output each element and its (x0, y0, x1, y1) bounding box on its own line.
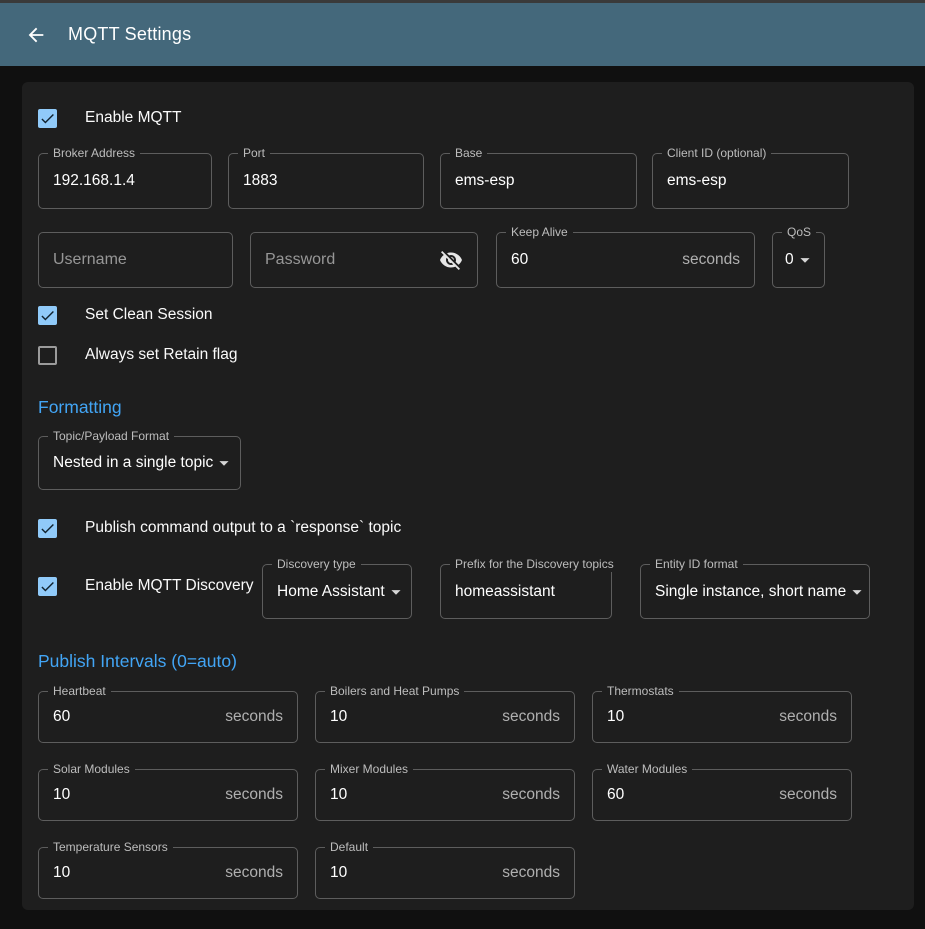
visibility-off-icon[interactable] (439, 248, 463, 272)
checkbox-icon (38, 306, 57, 325)
username-field[interactable] (38, 232, 233, 288)
port-value: 1883 (243, 172, 277, 190)
chevron-down-icon (385, 581, 407, 603)
interval-field-default[interactable]: Default 10 seconds (315, 847, 575, 899)
qos-value: 0 (785, 251, 794, 269)
interval-label: Solar Modules (48, 762, 135, 777)
keep-alive-field[interactable]: Keep Alive 60 seconds (496, 232, 755, 288)
broker-address-label: Broker Address (48, 146, 140, 161)
qos-label: QoS (782, 225, 816, 240)
chevron-down-icon (846, 581, 868, 603)
clean-session-label: Set Clean Session (85, 306, 213, 324)
interval-field-mixer-modules[interactable]: Mixer Modules 10 seconds (315, 769, 575, 821)
entity-id-format-select[interactable]: Entity ID format Single instance, short … (640, 564, 870, 619)
chevron-down-icon (794, 249, 816, 271)
back-arrow-icon[interactable] (24, 23, 48, 47)
password-input[interactable] (265, 251, 439, 269)
discovery-prefix-value: homeassistant (455, 583, 555, 601)
publish-intervals-grid: Heartbeat 60 seconds Boilers and Heat Pu… (38, 691, 898, 899)
interval-suffix: seconds (502, 786, 560, 804)
interval-value: 10 (53, 864, 70, 882)
interval-suffix: seconds (225, 708, 283, 726)
interval-value: 10 (607, 708, 624, 726)
interval-label: Boilers and Heat Pumps (325, 684, 464, 699)
interval-field-heartbeat[interactable]: Heartbeat 60 seconds (38, 691, 298, 743)
enable-mqtt-checkbox[interactable]: Enable MQTT (38, 108, 898, 128)
interval-label: Temperature Sensors (48, 840, 173, 855)
interval-field-thermostats[interactable]: Thermostats 10 seconds (592, 691, 852, 743)
broker-address-field[interactable]: Broker Address 192.168.1.4 (38, 153, 212, 209)
checkbox-icon (38, 577, 57, 596)
topic-payload-format-select[interactable]: Topic/Payload Format Nested in a single … (38, 436, 241, 490)
interval-suffix: seconds (225, 864, 283, 882)
keep-alive-value: 60 (511, 251, 528, 269)
interval-label: Default (325, 840, 373, 855)
interval-suffix: seconds (502, 708, 560, 726)
interval-value: 10 (330, 864, 347, 882)
discovery-prefix-label: Prefix for the Discovery topics (450, 557, 619, 572)
discovery-type-value: Home Assistant (277, 583, 385, 601)
interval-suffix: seconds (779, 786, 837, 804)
enable-discovery-checkbox[interactable]: Enable MQTT Discovery (38, 576, 262, 596)
password-field[interactable] (250, 232, 478, 288)
publish-response-label: Publish command output to a `response` t… (85, 519, 401, 537)
entity-id-format-value: Single instance, short name (655, 583, 846, 601)
discovery-type-label: Discovery type (272, 557, 361, 572)
app-bar: MQTT Settings (0, 3, 925, 66)
interval-field-temperature-sensors[interactable]: Temperature Sensors 10 seconds (38, 847, 298, 899)
page-title: MQTT Settings (68, 24, 191, 45)
discovery-row: Enable MQTT Discovery Discovery type Hom… (38, 561, 898, 619)
credentials-row: Keep Alive 60 seconds QoS 0 (38, 232, 898, 288)
topic-format-label: Topic/Payload Format (48, 429, 174, 444)
publish-intervals-heading: Publish Intervals (0=auto) (38, 650, 898, 672)
keep-alive-label: Keep Alive (506, 225, 573, 240)
interval-label: Water Modules (602, 762, 692, 777)
interval-field-water-modules[interactable]: Water Modules 60 seconds (592, 769, 852, 821)
username-input[interactable] (53, 251, 218, 269)
interval-label: Mixer Modules (325, 762, 413, 777)
enable-discovery-label: Enable MQTT Discovery (85, 577, 254, 595)
checkbox-icon (38, 109, 57, 128)
interval-suffix: seconds (225, 786, 283, 804)
port-field[interactable]: Port 1883 (228, 153, 424, 209)
interval-field-solar-modules[interactable]: Solar Modules 10 seconds (38, 769, 298, 821)
retain-flag-checkbox[interactable]: Always set Retain flag (38, 345, 898, 365)
interval-value: 60 (607, 786, 624, 804)
formatting-heading: Formatting (38, 396, 898, 418)
base-label: Base (450, 146, 487, 161)
checkbox-icon (38, 519, 57, 538)
interval-value: 10 (330, 708, 347, 726)
interval-value: 10 (330, 786, 347, 804)
broker-settings-row: Broker Address 192.168.1.4 Port 1883 Bas… (38, 153, 898, 209)
base-value: ems-esp (455, 172, 514, 190)
interval-label: Heartbeat (48, 684, 111, 699)
topic-format-value: Nested in a single topic (53, 454, 213, 472)
qos-select[interactable]: QoS 0 (772, 232, 825, 288)
publish-response-checkbox[interactable]: Publish command output to a `response` t… (38, 518, 898, 538)
entity-id-format-label: Entity ID format (650, 557, 743, 572)
base-field[interactable]: Base ems-esp (440, 153, 637, 209)
interval-field-boilers-and-heat-pumps[interactable]: Boilers and Heat Pumps 10 seconds (315, 691, 575, 743)
retain-flag-label: Always set Retain flag (85, 346, 238, 364)
broker-address-value: 192.168.1.4 (53, 172, 135, 190)
settings-card: Enable MQTT Broker Address 192.168.1.4 P… (22, 82, 914, 910)
chevron-down-icon (213, 452, 235, 474)
interval-suffix: seconds (502, 864, 560, 882)
interval-suffix: seconds (779, 708, 837, 726)
checkbox-icon (38, 346, 57, 365)
clean-session-checkbox[interactable]: Set Clean Session (38, 305, 898, 325)
enable-mqtt-label: Enable MQTT (85, 109, 181, 127)
interval-value: 60 (53, 708, 70, 726)
client-id-field[interactable]: Client ID (optional) ems-esp (652, 153, 849, 209)
client-id-label: Client ID (optional) (662, 146, 771, 161)
client-id-value: ems-esp (667, 172, 726, 190)
discovery-type-select[interactable]: Discovery type Home Assistant (262, 564, 412, 619)
interval-value: 10 (53, 786, 70, 804)
port-label: Port (238, 146, 270, 161)
keep-alive-suffix: seconds (682, 251, 740, 269)
discovery-prefix-field[interactable]: Prefix for the Discovery topics homeassi… (440, 564, 612, 619)
interval-label: Thermostats (602, 684, 679, 699)
